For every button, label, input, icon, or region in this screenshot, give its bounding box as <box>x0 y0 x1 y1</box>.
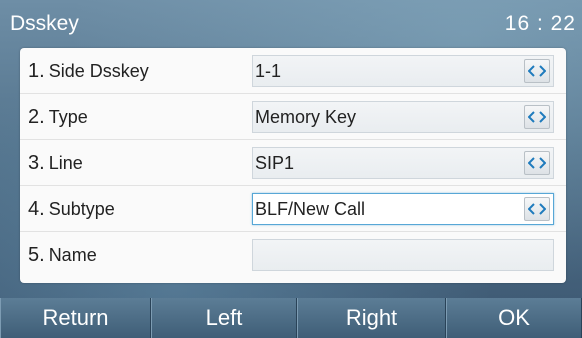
row-name[interactable]: 5. Name <box>20 232 566 278</box>
line-field[interactable]: SIP1 <box>252 147 554 179</box>
row-line[interactable]: 3. Line SIP1 <box>20 140 566 186</box>
right-button[interactable]: Right <box>297 298 446 338</box>
left-right-arrows-icon[interactable] <box>524 59 550 83</box>
side-dsskey-field[interactable]: 1-1 <box>252 55 554 87</box>
settings-panel: 1. Side Dsskey 1-1 2. Type Memory Key 3. Li… <box>20 48 566 283</box>
left-right-arrows-icon[interactable] <box>524 151 550 175</box>
subtype-field[interactable]: BLF/New Call <box>252 193 554 225</box>
field-value: Memory Key <box>255 107 357 127</box>
name-input[interactable] <box>252 239 554 271</box>
field-value: BLF/New Call <box>255 199 366 219</box>
field-value: SIP1 <box>255 153 295 173</box>
softkey-bar: Return Left Right OK <box>0 298 582 338</box>
phone-screen: Dsskey 16 : 22 1. Side Dsskey 1-1 2. Type … <box>0 0 582 338</box>
row-label: 2. Type <box>28 106 88 128</box>
title-bar: Dsskey 16 : 22 <box>0 0 582 48</box>
row-side-dsskey[interactable]: 1. Side Dsskey 1-1 <box>20 48 566 94</box>
row-subtype[interactable]: 4. Subtype BLF/New Call <box>20 186 566 232</box>
left-button[interactable]: Left <box>151 298 297 338</box>
left-right-arrows-icon[interactable] <box>524 197 550 221</box>
row-label: 1. Side Dsskey <box>28 60 149 82</box>
row-label: 3. Line <box>28 152 83 174</box>
ok-button[interactable]: OK <box>446 298 582 338</box>
type-field[interactable]: Memory Key <box>252 101 554 133</box>
field-value: 1-1 <box>255 61 282 81</box>
page-title: Dsskey <box>10 12 79 35</box>
left-right-arrows-icon[interactable] <box>524 105 550 129</box>
return-button[interactable]: Return <box>0 298 151 338</box>
row-type[interactable]: 2. Type Memory Key <box>20 94 566 140</box>
row-label: 5. Name <box>28 244 97 266</box>
clock: 16 : 22 <box>504 12 576 35</box>
row-label: 4. Subtype <box>28 198 115 220</box>
